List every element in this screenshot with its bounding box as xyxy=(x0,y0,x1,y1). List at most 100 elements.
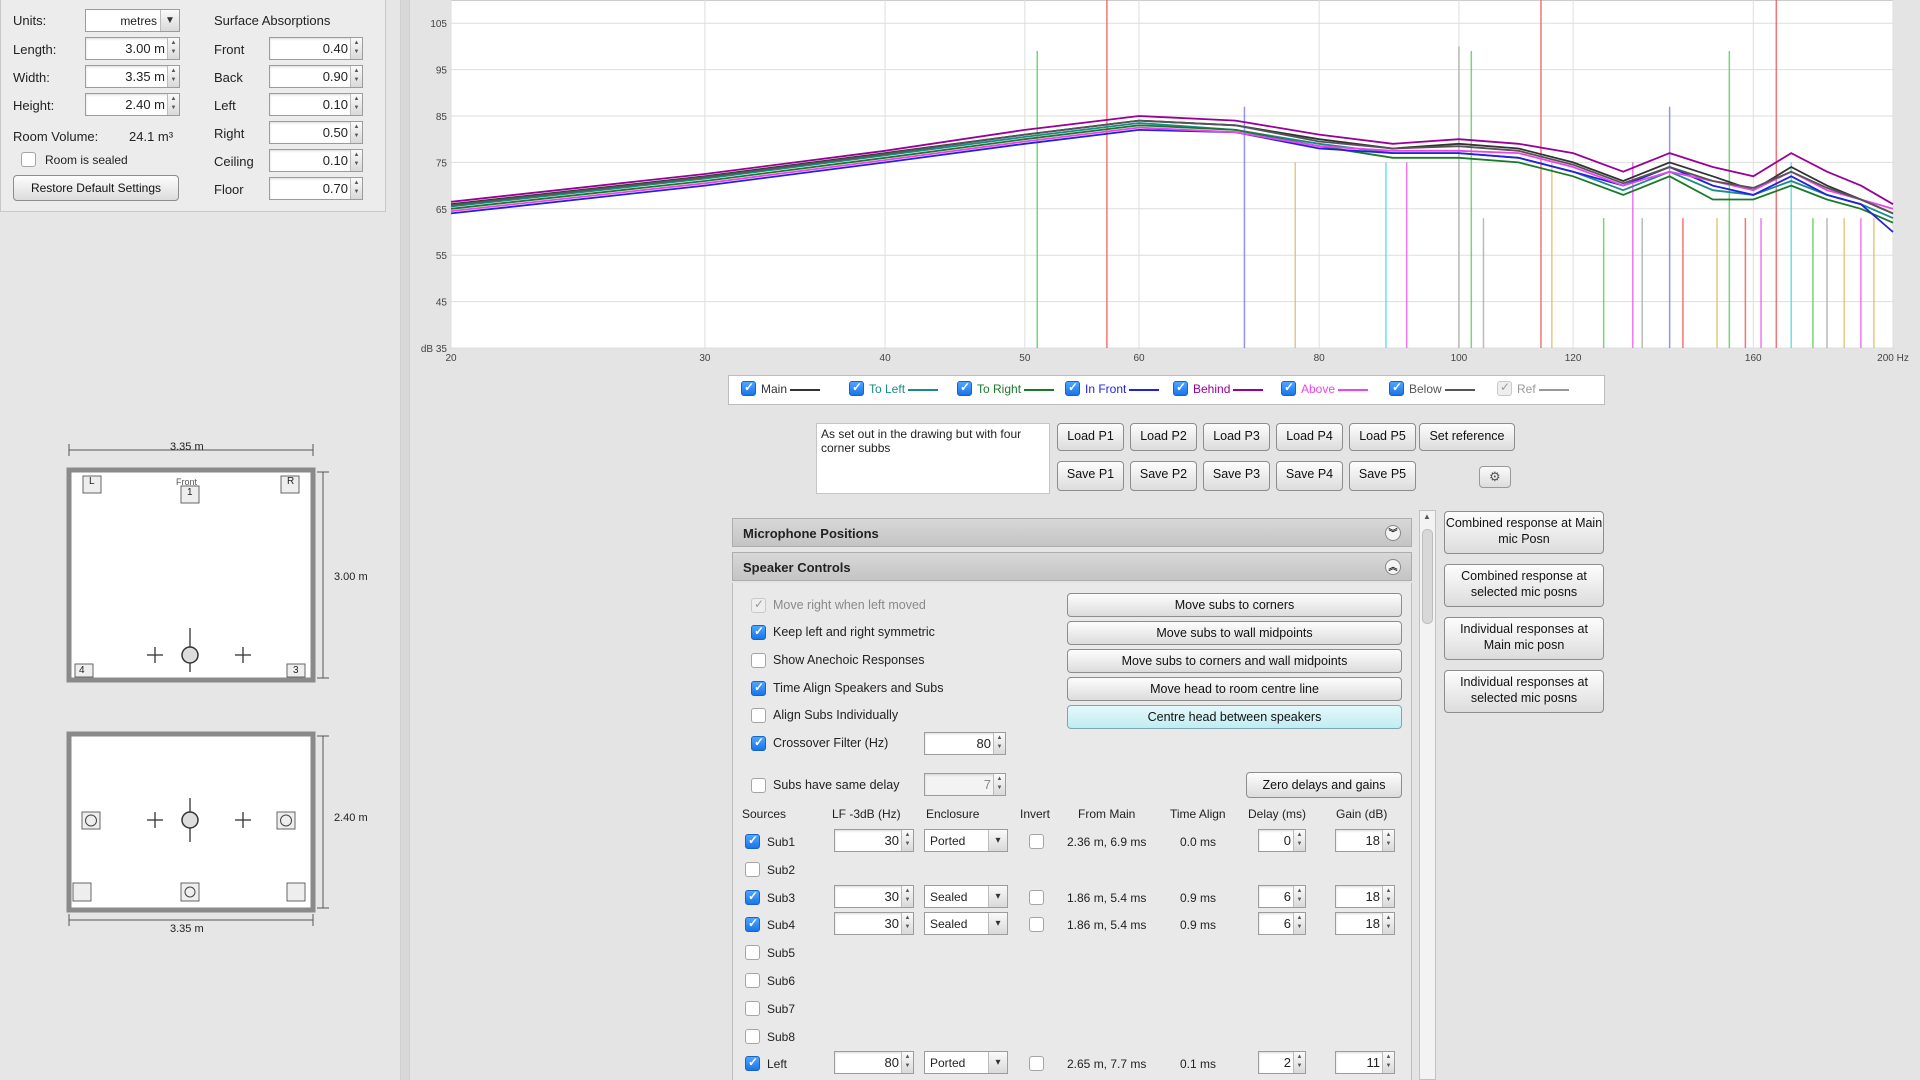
notes-textarea[interactable]: As set out in the drawing but with four … xyxy=(816,423,1050,494)
enclosure-select[interactable]: Sealed ▾ xyxy=(924,884,1008,908)
stepper-down-icon[interactable]: ▼ xyxy=(352,133,361,140)
response-button-2[interactable]: Combined response at selected mic posns xyxy=(1444,564,1604,607)
speaker-marker-r[interactable]: R xyxy=(287,476,294,487)
option-checkbox-3[interactable] xyxy=(751,653,766,668)
load-preset-5-button[interactable]: Load P5 xyxy=(1349,423,1416,451)
source-checkbox[interactable] xyxy=(745,1000,760,1016)
speaker-marker-3[interactable]: 3 xyxy=(293,665,299,676)
set-reference-button[interactable]: Set reference xyxy=(1419,423,1515,451)
source-checkbox[interactable] xyxy=(745,833,760,849)
load-preset-2-button[interactable]: Load P2 xyxy=(1130,423,1197,451)
speaker-marker-1[interactable]: 1 xyxy=(187,487,193,498)
save-preset-4-button[interactable]: Save P4 xyxy=(1276,461,1343,491)
source-checkbox[interactable] xyxy=(745,861,760,877)
stepper-up-icon[interactable]: ▲ xyxy=(1384,915,1393,922)
gain-stepper[interactable]: 18 ▲ ▼ xyxy=(1335,829,1395,852)
stepper-up-icon[interactable]: ▲ xyxy=(352,40,361,47)
stepper-up-icon[interactable]: ▲ xyxy=(1295,832,1304,839)
stepper-up-icon[interactable]: ▲ xyxy=(1295,915,1304,922)
stepper-down-icon[interactable]: ▼ xyxy=(352,189,361,196)
stepper-down-icon[interactable]: ▼ xyxy=(1384,924,1393,931)
stepper-down-icon[interactable]: ▼ xyxy=(1295,924,1304,931)
chevron-double-down-icon[interactable]: ︾ xyxy=(1385,525,1401,541)
stepper-down-icon[interactable]: ▼ xyxy=(1295,897,1304,904)
stepper-down-icon[interactable]: ▼ xyxy=(1295,841,1304,848)
same-delay-checkbox[interactable] xyxy=(751,778,766,793)
legend-item-behind[interactable]: Behind xyxy=(1173,380,1264,397)
action-button-5[interactable]: Centre head between speakers xyxy=(1067,705,1402,729)
action-button-1[interactable]: Move subs to corners xyxy=(1067,593,1402,617)
microphone-positions-header[interactable]: Microphone Positions ︾ xyxy=(732,518,1412,547)
stepper-down-icon[interactable]: ▼ xyxy=(903,924,912,931)
invert-checkbox[interactable] xyxy=(1029,1056,1044,1072)
delay-stepper[interactable]: 6 ▲ ▼ xyxy=(1258,912,1306,936)
legend-item-to-left[interactable]: To Left xyxy=(849,380,939,397)
legend-item-ref[interactable]: Ref xyxy=(1497,380,1569,397)
stepper-up-icon[interactable]: ▲ xyxy=(352,68,361,75)
surface-front-stepper[interactable]: 0.40 ▲ ▼ xyxy=(269,37,363,60)
load-preset-4-button[interactable]: Load P4 xyxy=(1276,423,1343,451)
gain-stepper[interactable]: 11 ▲ ▼ xyxy=(1335,1051,1395,1075)
action-button-3[interactable]: Move subs to corners and wall midpoints xyxy=(1067,649,1402,673)
stepper-up-icon[interactable]: ▲ xyxy=(903,888,912,895)
stepper-down-icon[interactable]: ▼ xyxy=(903,841,912,848)
lf-stepper[interactable]: 30 ▲ ▼ xyxy=(834,912,914,936)
legend-item-to-right[interactable]: To Right xyxy=(957,380,1055,397)
stepper-up-icon[interactable]: ▲ xyxy=(903,832,912,839)
surface-back-stepper[interactable]: 0.90 ▲ ▼ xyxy=(269,65,363,88)
legend-checkbox[interactable] xyxy=(957,380,972,397)
scroll-up-icon[interactable]: ▲ xyxy=(1423,512,1431,521)
delay-stepper[interactable]: 0 ▲ ▼ xyxy=(1258,829,1306,852)
legend-item-in-front[interactable]: In Front xyxy=(1065,380,1160,397)
stepper-up-icon[interactable]: ▲ xyxy=(1384,832,1393,839)
legend-item-main[interactable]: Main xyxy=(741,380,821,397)
load-preset-1-button[interactable]: Load P1 xyxy=(1057,423,1124,451)
stepper-down-icon[interactable]: ▼ xyxy=(1295,1063,1304,1070)
stepper-down-icon[interactable]: ▼ xyxy=(1384,841,1393,848)
stepper-down-icon[interactable]: ▼ xyxy=(903,1063,912,1070)
enclosure-select[interactable]: Ported ▾ xyxy=(924,1051,1008,1075)
units-select[interactable]: metres ▼ xyxy=(85,9,180,32)
stepper-up-icon[interactable]: ▲ xyxy=(1295,1054,1304,1061)
save-preset-2-button[interactable]: Save P2 xyxy=(1130,461,1197,491)
save-preset-1-button[interactable]: Save P1 xyxy=(1057,461,1124,491)
option-checkbox-6[interactable] xyxy=(751,735,766,751)
splitter[interactable] xyxy=(400,0,410,1080)
restore-defaults-button[interactable]: Restore Default Settings xyxy=(13,175,179,201)
stepper-down-icon[interactable]: ▼ xyxy=(352,161,361,168)
lf-stepper[interactable]: 30 ▲ ▼ xyxy=(834,884,914,908)
delay-stepper[interactable]: 2 ▲ ▼ xyxy=(1258,1051,1306,1075)
stepper-up-icon[interactable]: ▲ xyxy=(352,96,361,103)
lf-stepper[interactable]: 30 ▲ ▼ xyxy=(834,829,914,852)
room-sealed-checkbox[interactable] xyxy=(21,152,36,167)
vertical-scrollbar[interactable]: ▲ xyxy=(1419,510,1436,1080)
stepper-up-icon[interactable]: ▲ xyxy=(352,124,361,131)
stepper-down-icon[interactable]: ▼ xyxy=(352,105,361,112)
legend-checkbox[interactable] xyxy=(1173,380,1188,397)
option-checkbox-2[interactable] xyxy=(751,624,766,640)
source-checkbox[interactable] xyxy=(745,889,760,905)
stepper-up-icon[interactable]: ▲ xyxy=(1384,1054,1393,1061)
response-button-3[interactable]: Individual responses at Main mic posn xyxy=(1444,617,1604,660)
option-checkbox-5[interactable] xyxy=(751,708,766,723)
enclosure-select[interactable]: Sealed ▾ xyxy=(924,912,1008,936)
legend-checkbox[interactable] xyxy=(1065,380,1080,397)
length-stepper[interactable]: 3.00 m ▲ ▼ xyxy=(85,37,180,60)
surface-left-stepper[interactable]: 0.10 ▲ ▼ xyxy=(269,93,363,116)
scrollbar-thumb[interactable] xyxy=(1422,529,1433,624)
load-preset-3-button[interactable]: Load P3 xyxy=(1203,423,1270,451)
invert-checkbox[interactable] xyxy=(1029,889,1044,905)
stepper-down-icon[interactable]: ▼ xyxy=(903,897,912,904)
speaker-marker-l[interactable]: L xyxy=(89,476,95,487)
stepper-up-icon[interactable]: ▲ xyxy=(903,1054,912,1061)
stepper-down-icon[interactable]: ▼ xyxy=(352,49,361,56)
action-button-2[interactable]: Move subs to wall midpoints xyxy=(1067,621,1402,645)
source-checkbox[interactable] xyxy=(745,916,760,933)
enclosure-select[interactable]: Ported ▾ xyxy=(924,829,1008,852)
legend-checkbox[interactable] xyxy=(1281,380,1296,397)
legend-checkbox[interactable] xyxy=(1389,380,1404,397)
legend-checkbox[interactable] xyxy=(849,380,864,397)
stepper-up-icon[interactable]: ▲ xyxy=(903,915,912,922)
gain-stepper[interactable]: 18 ▲ ▼ xyxy=(1335,884,1395,908)
option-checkbox-4[interactable] xyxy=(751,680,766,696)
